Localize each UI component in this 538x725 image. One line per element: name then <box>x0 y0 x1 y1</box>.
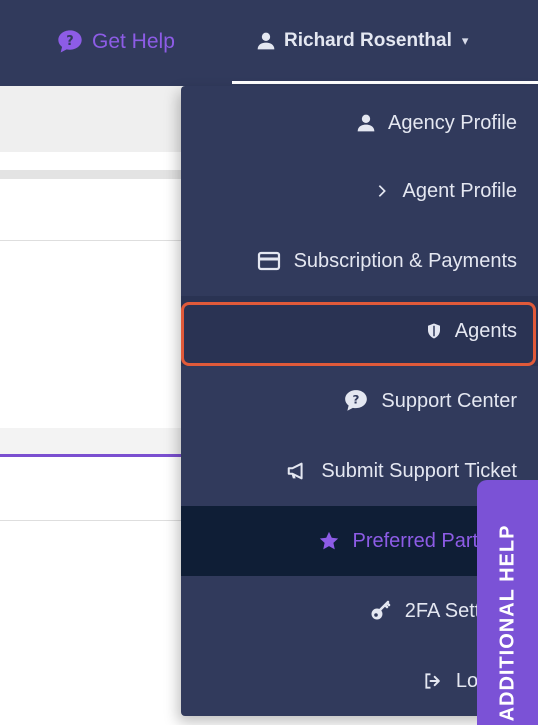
shield-icon <box>427 323 440 339</box>
bullhorn-icon <box>288 462 303 480</box>
user-menu-toggle[interactable]: Richard Rosenthal ▾ <box>256 30 468 52</box>
menu-item-label: Support Center <box>381 389 517 412</box>
menu-item-agency-profile[interactable]: Agency Profile <box>181 88 538 158</box>
credit-card-icon <box>257 251 280 271</box>
star-icon <box>320 531 339 550</box>
sign-out-icon <box>425 673 440 689</box>
user-icon <box>257 32 275 50</box>
user-name: Richard Rosenthal <box>284 30 452 51</box>
question-bubble-icon: ? <box>58 30 82 53</box>
get-help-label: Get Help <box>92 30 175 53</box>
top-navbar: ? Get Help Richard Rosenthal ▾ <box>0 0 538 86</box>
menu-item-label: Agency Profile <box>388 111 517 134</box>
svg-text:?: ? <box>66 34 73 49</box>
svg-text:?: ? <box>353 393 360 407</box>
chevron-down-icon: ▾ <box>461 33 469 48</box>
user-icon <box>357 114 375 132</box>
additional-help-tab[interactable]: ADDITIONAL HELP <box>477 480 538 725</box>
menu-item-label: Agents <box>454 319 517 342</box>
question-bubble-icon: ? <box>345 390 368 411</box>
chevron-right-icon <box>379 185 387 197</box>
key-icon <box>371 600 390 620</box>
menu-item-label: Agent Profile <box>402 179 517 202</box>
menu-item-subscription[interactable]: Subscription & Payments <box>181 226 538 296</box>
additional-help-label: ADDITIONAL HELP <box>496 524 518 721</box>
active-nav-underline <box>232 81 538 84</box>
menu-item-agents[interactable]: Agents <box>181 296 538 366</box>
menu-item-support-center[interactable]: ? Support Center <box>181 366 538 436</box>
menu-item-label: Subscription & Payments <box>293 249 517 272</box>
menu-item-agent-profile[interactable]: Agent Profile <box>181 156 538 226</box>
get-help-link[interactable]: ? Get Help <box>56 28 175 56</box>
